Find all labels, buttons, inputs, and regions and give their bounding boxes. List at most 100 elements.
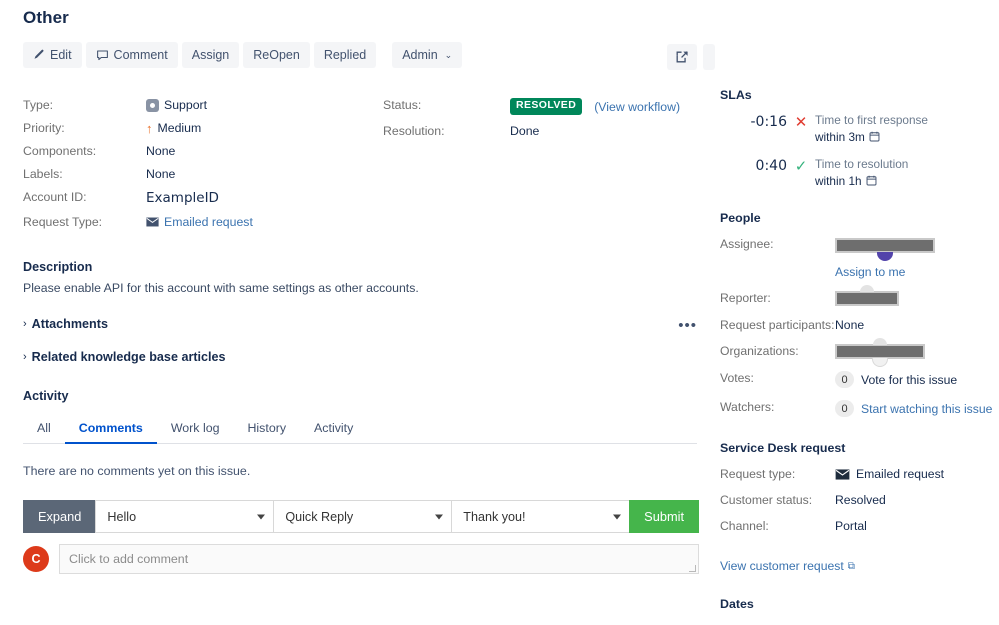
resize-grip-icon[interactable] [689, 565, 696, 572]
avatar [860, 284, 874, 292]
chevron-down-icon [257, 514, 266, 519]
view-customer-request-text: View customer request [720, 559, 844, 574]
resolution-label: Resolution: [383, 123, 445, 138]
edit-button-label: Edit [50, 48, 72, 62]
issue-details: Type: Support Priority: ↑ Medium Compone… [18, 86, 697, 246]
vote-for-issue-text: Vote for this issue [861, 372, 958, 387]
reopen-button[interactable]: ReOpen [243, 42, 310, 68]
issue-action-toolbar: Edit Comment Assign ReOpen Replied Admin… [23, 42, 697, 68]
view-customer-request-link[interactable]: View customer request ⧉ [720, 559, 855, 573]
no-comments-text: There are no comments yet on this issue. [23, 464, 251, 478]
expand-button[interactable]: Expand [23, 500, 96, 533]
priority-label: Priority: [23, 121, 65, 136]
activity-tabs: All Comments Work log History Activity [23, 413, 697, 444]
calendar-icon[interactable] [866, 175, 877, 186]
comment-button-label: Comment [113, 48, 168, 62]
comment-input[interactable] [59, 544, 699, 574]
tab-activity[interactable]: Activity [300, 413, 367, 444]
sla-within-text: within 1h [815, 173, 862, 188]
request-type-label: Request Type: [23, 215, 103, 230]
canned-response-select-2-value: Quick Reply [285, 509, 354, 524]
avatar-bottom [872, 358, 888, 368]
service-desk-heading: Service Desk request [720, 441, 846, 456]
kb-articles-heading: Related knowledge base articles [31, 350, 226, 364]
reporter-value [835, 284, 993, 306]
comment-button[interactable]: Comment [85, 42, 178, 68]
assign-to-me-link[interactable]: Assign to me [835, 265, 993, 279]
description-heading: Description [23, 260, 93, 274]
issue-view-page: Other Edit Comment Assign ReOpen Replied… [0, 0, 999, 625]
pencil-icon [33, 49, 45, 61]
activity-heading: Activity [23, 389, 69, 403]
components-value: None [146, 144, 176, 159]
assignee-label: Assignee: [720, 237, 774, 252]
chevron-down-icon: ⌄ [444, 49, 453, 60]
status-label: Status: [383, 98, 422, 113]
tab-history[interactable]: History [233, 413, 300, 444]
comment-input-row: C [23, 544, 699, 574]
speech-bubble-icon [96, 49, 109, 62]
assignee-value: Assign to me [835, 237, 993, 279]
sd-request-type-value: Emailed request [835, 467, 993, 481]
account-id-value: ExampleID [146, 190, 219, 207]
admin-menu-label: Admin [402, 48, 438, 62]
sd-customer-status-value: Resolved [835, 493, 886, 508]
canned-response-select-3[interactable]: Thank you! [451, 500, 630, 533]
sla-goal: Time to first response within 3m [815, 112, 928, 145]
assign-button-label: Assign [191, 48, 230, 62]
sd-channel-label: Channel: [720, 519, 769, 534]
sla-time-remaining: -0:16 [750, 114, 788, 130]
sla-goal-within: within 1h [815, 173, 908, 190]
issue-details-left: Type: Support Priority: ↑ Medium Compone… [18, 86, 378, 242]
tab-all[interactable]: All [23, 413, 65, 444]
request-participants-value: None [835, 317, 865, 332]
service-desk-panel: Service Desk request Request type: Email… [715, 441, 993, 575]
admin-menu-button[interactable]: Admin ⌄ [392, 42, 463, 68]
sla-met-icon: ✓ [794, 158, 808, 176]
submit-button[interactable]: Submit [629, 500, 699, 533]
canned-response-select-1[interactable]: Hello [95, 500, 274, 533]
votes-label: Votes: [720, 371, 754, 386]
attachments-more-icon[interactable]: ••• [678, 318, 697, 333]
canned-response-select-2[interactable]: Quick Reply [273, 500, 452, 533]
canned-response-select-3-value: Thank you! [463, 509, 526, 524]
replied-button-label: Replied [323, 48, 367, 62]
start-watching-link[interactable]: Start watching this issue [861, 402, 992, 416]
people-list: Assignee: Assign to me Reporter: Request… [715, 237, 993, 418]
view-workflow-link[interactable]: (View workflow) [594, 100, 680, 114]
external-link-icon: ⧉ [847, 560, 855, 572]
assign-button[interactable]: Assign [181, 42, 240, 68]
issue-sidebar: SLAs -0:16 ✕ Time to first response with… [715, 0, 999, 625]
resolution-value: Done [510, 123, 540, 138]
envelope-icon [146, 217, 159, 227]
people-heading: People [720, 211, 761, 226]
chevron-right-icon: › [23, 317, 27, 330]
redacted-assignee-name [835, 237, 935, 261]
components-label: Components: [23, 144, 97, 159]
share-export-icon [675, 50, 689, 64]
type-value: Support [164, 98, 208, 113]
activity-section: Activity All Comments Work log History A… [18, 389, 697, 478]
service-desk-list: Request type: Emailed request Customer s… [715, 467, 993, 533]
sla-item-first-response: -0:16 ✕ Time to first response within 3m [715, 112, 993, 145]
export-button[interactable] [667, 44, 697, 70]
priority-value-row: ↑ Medium [146, 121, 378, 135]
more-actions-button[interactable] [703, 44, 715, 70]
labels-label: Labels: [23, 167, 63, 182]
slas-panel: SLAs -0:16 ✕ Time to first response with… [715, 88, 993, 189]
comment-input-wrapper [59, 544, 699, 574]
request-type-value[interactable]: Emailed request [164, 215, 253, 229]
type-value-row: Support [146, 98, 378, 112]
redacted-reporter-name [835, 284, 899, 306]
calendar-icon[interactable] [869, 131, 880, 142]
replied-button[interactable]: Replied [313, 42, 377, 68]
attachments-toggle[interactable]: › Attachments ••• [23, 317, 697, 333]
kb-articles-toggle[interactable]: › Related knowledge base articles [23, 350, 697, 364]
edit-button[interactable]: Edit [23, 42, 82, 68]
watchers-label: Watchers: [720, 400, 775, 415]
attachments-section: › Attachments ••• [18, 317, 697, 333]
sd-channel-value: Portal [835, 519, 867, 534]
tab-comments[interactable]: Comments [64, 413, 157, 444]
sla-goal-name: Time to first response [815, 113, 928, 127]
tab-work-log[interactable]: Work log [157, 413, 234, 444]
